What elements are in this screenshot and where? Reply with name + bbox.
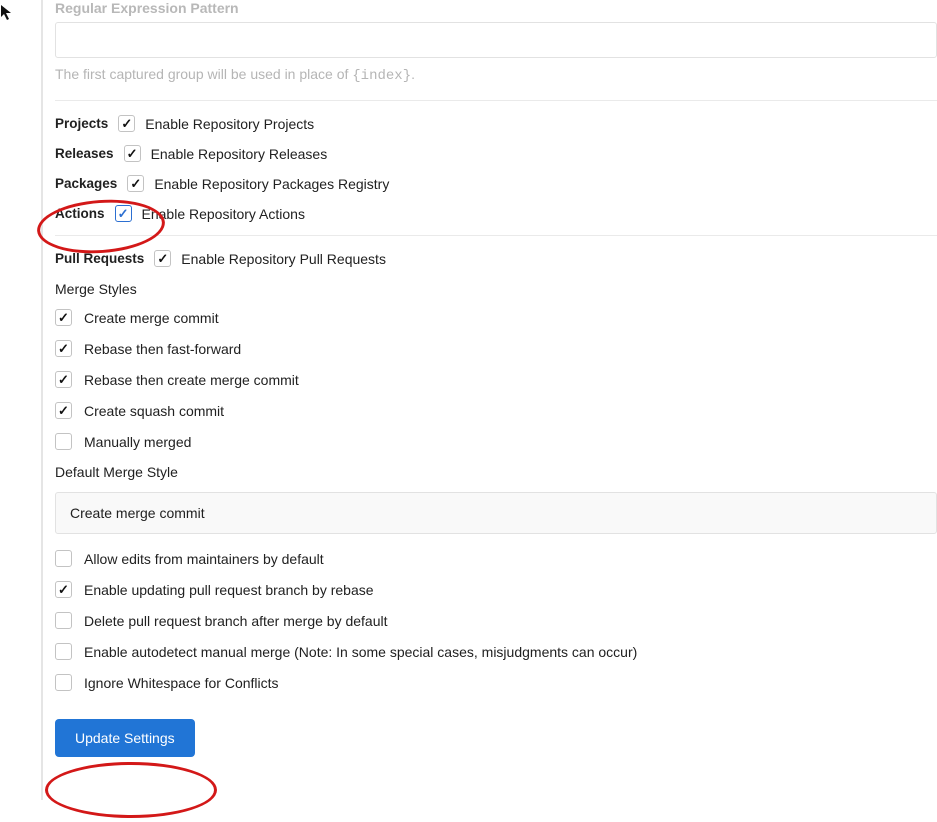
actions-row: Actions Enable Repository Actions: [55, 205, 937, 222]
releases-label: Releases: [55, 146, 114, 161]
releases-row: Releases Enable Repository Releases: [55, 145, 937, 162]
merge-style-checkbox-1[interactable]: [55, 340, 72, 357]
merge-style-label-2: Rebase then create merge commit: [84, 372, 299, 388]
pulls-row: Pull Requests Enable Repository Pull Req…: [55, 250, 937, 267]
merge-style-row: Create merge commit: [55, 309, 937, 326]
merge-style-row: Rebase then create merge commit: [55, 371, 937, 388]
packages-check-label: Enable Repository Packages Registry: [154, 176, 389, 192]
pr-option-checkbox-3[interactable]: [55, 643, 72, 660]
packages-checkbox[interactable]: [127, 175, 144, 192]
pr-option-row: Delete pull request branch after merge b…: [55, 612, 937, 629]
pr-option-checkbox-1[interactable]: [55, 581, 72, 598]
pr-option-row: Allow edits from maintainers by default: [55, 550, 937, 567]
default-merge-style-select[interactable]: Create merge commit: [55, 492, 937, 534]
actions-label: Actions: [55, 206, 105, 221]
pulls-check-label: Enable Repository Pull Requests: [181, 251, 386, 267]
merge-style-row: Create squash commit: [55, 402, 937, 419]
merge-style-label-3: Create squash commit: [84, 403, 224, 419]
pulls-label: Pull Requests: [55, 251, 144, 266]
actions-check-label: Enable Repository Actions: [142, 206, 305, 222]
merge-style-row: Manually merged: [55, 433, 937, 450]
pr-option-label-4: Ignore Whitespace for Conflicts: [84, 675, 279, 691]
releases-check-label: Enable Repository Releases: [151, 146, 328, 162]
actions-checkbox[interactable]: [115, 205, 132, 222]
projects-check-label: Enable Repository Projects: [145, 116, 314, 132]
pr-option-label-2: Delete pull request branch after merge b…: [84, 613, 388, 629]
packages-row: Packages Enable Repository Packages Regi…: [55, 175, 937, 192]
pulls-checkbox[interactable]: [154, 250, 171, 267]
pr-option-label-1: Enable updating pull request branch by r…: [84, 582, 374, 598]
merge-style-checkbox-4[interactable]: [55, 433, 72, 450]
default-merge-style-value: Create merge commit: [70, 505, 205, 521]
regex-pattern-label: Regular Expression Pattern: [55, 0, 937, 16]
projects-row: Projects Enable Repository Projects: [55, 115, 937, 132]
pr-option-checkbox-0[interactable]: [55, 550, 72, 567]
section-divider: [55, 100, 937, 101]
regex-pattern-input[interactable]: [55, 22, 937, 58]
section-divider: [55, 235, 937, 236]
packages-label: Packages: [55, 176, 117, 191]
pr-option-label-3: Enable autodetect manual merge (Note: In…: [84, 644, 637, 660]
merge-style-row: Rebase then fast-forward: [55, 340, 937, 357]
sidebar-divider: [41, 0, 43, 800]
merge-style-checkbox-0[interactable]: [55, 309, 72, 326]
annotation-circle-update: [45, 762, 217, 818]
update-settings-button[interactable]: Update Settings: [55, 719, 195, 757]
projects-label: Projects: [55, 116, 108, 131]
default-merge-style-heading: Default Merge Style: [55, 464, 937, 480]
merge-style-checkbox-3[interactable]: [55, 402, 72, 419]
projects-checkbox[interactable]: [118, 115, 135, 132]
pr-option-checkbox-2[interactable]: [55, 612, 72, 629]
regex-pattern-help: The first captured group will be used in…: [55, 66, 937, 84]
releases-checkbox[interactable]: [124, 145, 141, 162]
merge-style-checkbox-2[interactable]: [55, 371, 72, 388]
merge-style-label-0: Create merge commit: [84, 310, 219, 326]
pr-option-row: Ignore Whitespace for Conflicts: [55, 674, 937, 691]
pointer-arrow-icon: [0, 4, 14, 22]
pr-option-row: Enable updating pull request branch by r…: [55, 581, 937, 598]
merge-style-label-1: Rebase then fast-forward: [84, 341, 241, 357]
pr-option-row: Enable autodetect manual merge (Note: In…: [55, 643, 937, 660]
merge-styles-heading: Merge Styles: [55, 281, 937, 297]
pr-option-label-0: Allow edits from maintainers by default: [84, 551, 324, 567]
merge-style-label-4: Manually merged: [84, 434, 191, 450]
pr-option-checkbox-4[interactable]: [55, 674, 72, 691]
